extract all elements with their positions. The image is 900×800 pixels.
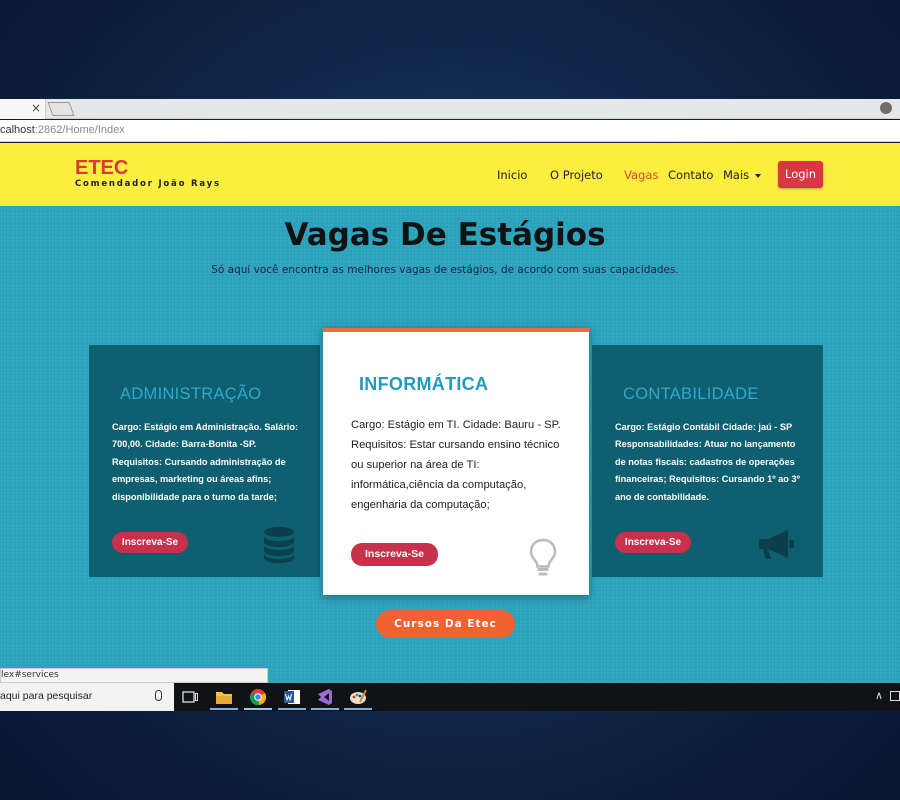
url-path: :2862/Home/Index (34, 124, 125, 136)
nav-dropdown-mais[interactable]: Mais (723, 168, 762, 182)
windows-taskbar: aqui para pesquisar ∧ (0, 683, 900, 711)
card-line: empresas, marketing ou áreas afins; (112, 474, 272, 485)
nav-link-inicio[interactable]: Inicio (497, 168, 527, 182)
card-line: financeiras; Requisitos: Cursando 1º ao … (615, 474, 800, 485)
url-host: calhost (0, 124, 35, 136)
chrome-active-indicator (244, 708, 272, 710)
search-placeholder: aqui para pesquisar (0, 690, 93, 702)
microphone-icon[interactable] (155, 690, 162, 701)
nav-link-vagas[interactable]: Vagas (624, 168, 658, 182)
card-line: informática,ciência da computação, (351, 479, 527, 491)
web-page: ETEC Comendador João Rays Inicio O Proje… (0, 143, 900, 683)
login-button[interactable]: Login (778, 161, 823, 188)
job-card-informatica: INFORMÁTICA Cargo: Estágio em TI. Cidade… (323, 328, 589, 595)
card-line: Cargo: Estágio em Administração. Salário… (112, 422, 299, 432)
nav-link-mais: Mais (723, 168, 750, 182)
card-line: Requisitos: Estar cursando ensino técnic… (351, 439, 560, 451)
card-line: Requisitos: Cursando administração de (112, 456, 286, 467)
card-line: Cargo: Estágio Contábil Cidade: jaú - SP (615, 422, 793, 432)
card-line: ou superior na área de TI: (351, 459, 480, 471)
card-line: disponibilidade para o turno da tarde; (112, 491, 277, 502)
task-view-icon[interactable] (181, 688, 199, 706)
megaphone-icon (759, 530, 794, 559)
word-icon[interactable] (283, 688, 301, 706)
card-line: 700,00. Cidade: Barra-Bonita -SP. (112, 439, 257, 450)
inscreva-se-button[interactable]: Inscreva-Se (351, 543, 438, 566)
page-title: Vagas De Estágios (284, 217, 606, 253)
card-description: Cargo: Estágio Contábil Cidade: jaú - SP… (615, 419, 800, 506)
card-line: ano de contabilidade. (615, 491, 709, 502)
inscreva-se-button[interactable]: Inscreva-Se (112, 532, 188, 553)
paint-active-indicator (344, 708, 372, 710)
card-line: Cargo: Estágio em TI. Cidade: Bauru - SP… (351, 419, 561, 431)
paint-icon[interactable] (349, 688, 367, 706)
new-tab-button[interactable] (47, 102, 75, 116)
brand-subtitle: Comendador João Rays (75, 179, 221, 189)
status-bar-url: lex#services (0, 668, 268, 683)
job-card-administracao: ADMINISTRAÇÃO Cargo: Estágio em Administ… (89, 345, 320, 577)
lightbulb-icon (529, 538, 557, 576)
cursos-da-etec-button[interactable]: Cursos Da Etec (376, 610, 515, 638)
address-bar[interactable]: calhost:2862/Home/Index (0, 120, 900, 142)
file-explorer-active-indicator (210, 708, 238, 710)
url-text[interactable]: calhost:2862/Home/Index (0, 124, 125, 136)
taskbar-search-box[interactable]: aqui para pesquisar (0, 683, 174, 711)
card-title: CONTABILIDADE (623, 385, 759, 403)
tray-network-icon[interactable] (890, 691, 900, 701)
card-title: ADMINISTRAÇÃO (120, 385, 262, 403)
profile-icon[interactable] (880, 102, 892, 114)
card-line: de notas fiscais: cadastros de operações (615, 456, 795, 467)
card-description: Cargo: Estágio em Administração. Salário… (112, 419, 298, 506)
chrome-icon[interactable] (249, 688, 267, 706)
tab-close-icon[interactable]: × (31, 101, 41, 115)
site-navbar: ETEC Comendador João Rays Inicio O Proje… (0, 143, 900, 206)
card-line: engenharia da computação; (351, 499, 490, 511)
caret-down-icon (755, 173, 762, 178)
visual-studio-icon[interactable] (316, 688, 334, 706)
card-title: INFORMÁTICA (359, 374, 489, 394)
job-card-contabilidade: CONTABILIDADE Cargo: Estágio Contábil Ci… (592, 345, 823, 577)
word-active-indicator (278, 708, 306, 710)
page-subtitle: Só aqui você encontra as melhores vagas … (211, 264, 679, 276)
card-description: Cargo: Estágio em TI. Cidade: Bauru - SP… (351, 415, 561, 515)
visual-studio-active-indicator (311, 708, 339, 710)
nav-link-o-projeto[interactable]: O Projeto (550, 168, 603, 182)
brand-title[interactable]: ETEC (75, 157, 128, 180)
browser-tab-bar: × (0, 99, 900, 119)
nav-link-contato[interactable]: Contato (668, 168, 713, 182)
file-explorer-icon[interactable] (215, 688, 233, 706)
database-icon (264, 527, 294, 563)
browser-tab[interactable]: × (0, 99, 46, 119)
tray-chevron-up-icon[interactable]: ∧ (875, 689, 883, 702)
inscreva-se-button[interactable]: Inscreva-Se (615, 532, 691, 553)
card-line: Responsabilidades: Atuar no lançamento (615, 439, 796, 450)
